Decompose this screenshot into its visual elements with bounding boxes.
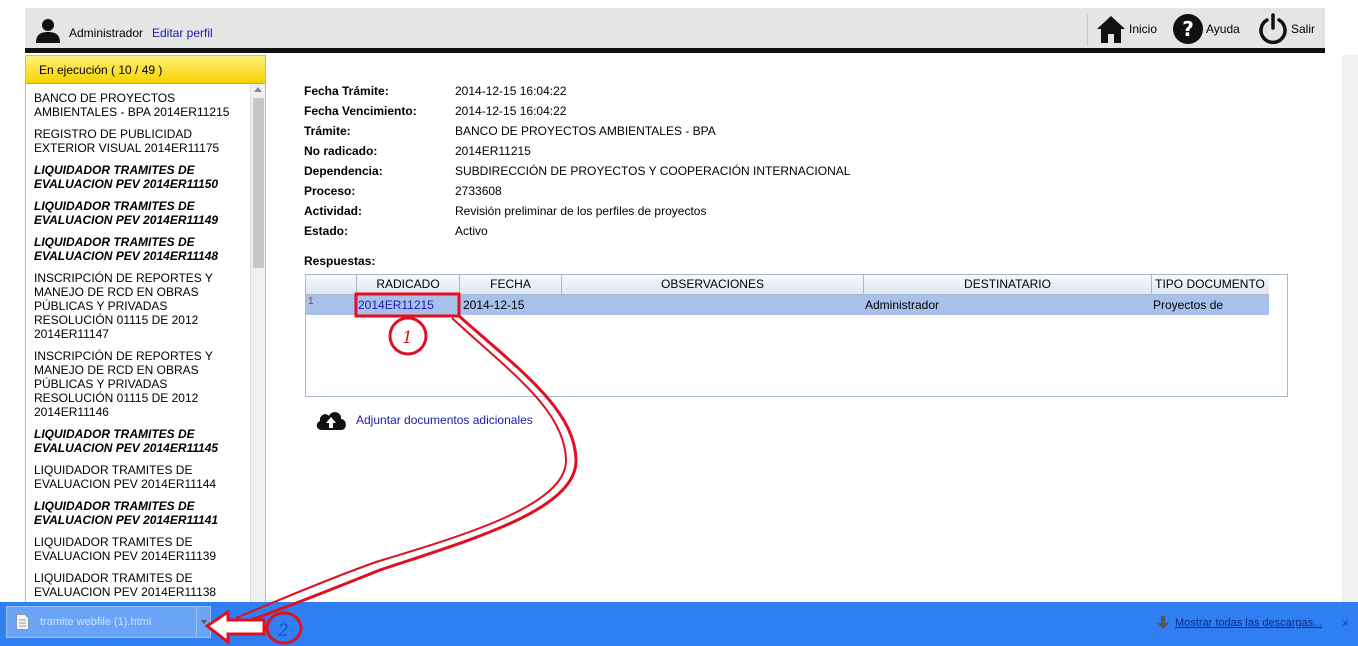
detail-label: Proceso: (304, 184, 356, 198)
column-header-radicado[interactable]: RADICADO (357, 275, 460, 294)
row-number-header (306, 275, 357, 294)
home-icon (1097, 16, 1125, 43)
logout-button[interactable]: Salir (1257, 12, 1315, 46)
sidebar-scrollbar[interactable] (250, 84, 265, 603)
download-file-name: tramite webfile (1).html (40, 616, 152, 628)
download-menu-button[interactable] (196, 607, 211, 637)
grid-header: RADICADO FECHA OBSERVACIONES DESTINATARI… (306, 275, 1269, 295)
detail-label: Trámite: (304, 124, 351, 138)
sidebar-item[interactable]: LIQUIDADOR TRAMITES DE EVALUACION PEV 20… (26, 159, 250, 195)
detail-value: SUBDIRECCIÓN DE PROYECTOS Y COOPERACIÓN … (455, 164, 851, 178)
sidebar-item[interactable]: REGISTRO DE PUBLICIDAD EXTERIOR VISUAL 2… (26, 123, 250, 159)
logout-label: Salir (1291, 22, 1316, 36)
help-button[interactable]: ? Ayuda (1172, 12, 1240, 46)
power-icon (1259, 13, 1287, 45)
scroll-up-arrow-icon[interactable] (254, 87, 262, 92)
detail-label: No radicado: (304, 144, 378, 158)
detail-label: Fecha Trámite: (304, 84, 389, 98)
sidebar-item[interactable]: LIQUIDADOR TRAMITES DE EVALUACION PEV 20… (26, 423, 250, 459)
detail-value: 2014-12-15 16:04:22 (455, 84, 567, 98)
help-icon: ? (1173, 14, 1203, 44)
detail-value: Activo (455, 224, 488, 238)
download-item[interactable]: tramite webfile (1).html (6, 606, 211, 638)
download-bar: tramite webfile (1).html Mostrar todas l… (0, 602, 1358, 646)
sidebar-header-label: En ejecución ( 10 / 49 ) (39, 63, 163, 77)
sidebar-scroll-thumb[interactable] (253, 98, 264, 268)
edit-profile-link[interactable]: Editar perfil (152, 26, 213, 40)
row-number: 1 (308, 296, 314, 307)
chevron-down-icon (201, 620, 207, 624)
home-label: Inicio (1129, 22, 1158, 36)
attach-label: Adjuntar documentos adicionales (356, 413, 533, 427)
close-icon[interactable]: × (1342, 616, 1349, 630)
tipo-documento-cell: Proyectos de (1153, 298, 1224, 312)
sidebar-item[interactable]: INSCRIPCIÓN DE REPORTES Y MANEJO DE RCD … (26, 267, 250, 345)
attach-documents-link[interactable]: Adjuntar documentos adicionales (314, 408, 533, 432)
nav-separator (1087, 14, 1088, 46)
home-button[interactable]: Inicio (1095, 12, 1157, 46)
column-header-tipo-documento[interactable]: TIPO DOCUMENTO (1152, 275, 1268, 294)
responses-label: Respuestas: (304, 254, 376, 268)
column-header-fecha[interactable]: FECHA (460, 275, 562, 294)
top-bar: Administrador Editar perfil Inicio ? Ayu… (25, 8, 1325, 53)
sidebar-list: BANCO DE PROYECTOS AMBIENTALES - BPA 201… (26, 87, 250, 603)
sidebar-item[interactable]: LIQUIDADOR TRAMITES DE EVALUACION PEV 20… (26, 195, 250, 231)
sidebar-item[interactable]: LIQUIDADOR TRAMITES DE EVALUACION PEV 20… (26, 459, 250, 495)
detail-value: 2014ER11215 (455, 144, 531, 158)
detail-value: BANCO DE PROYECTOS AMBIENTALES - BPA (455, 124, 716, 138)
table-row[interactable]: 1 2014ER11215 2014-12-15 Administrador P… (306, 295, 1269, 315)
detail-value: 2733608 (455, 184, 502, 198)
sidebar-item[interactable]: LIQUIDADOR TRAMITES DE EVALUACION PEV 20… (26, 567, 250, 603)
page-scrollbar[interactable] (1342, 55, 1358, 602)
detail-label: Dependencia: (304, 164, 383, 178)
show-all-downloads-link[interactable]: Mostrar todas las descargas... (1175, 617, 1322, 629)
column-header-observaciones[interactable]: OBSERVACIONES (562, 275, 864, 294)
sidebar-header[interactable]: En ejecución ( 10 / 49 ) (26, 56, 265, 84)
column-header-destinatario[interactable]: DESTINATARIO (864, 275, 1152, 294)
cloud-upload-icon (316, 412, 346, 430)
detail-value: 2014-12-15 16:04:22 (455, 104, 567, 118)
responses-grid: RADICADO FECHA OBSERVACIONES DESTINATARI… (305, 274, 1288, 397)
user-icon (36, 19, 60, 43)
detail-value: Revisión preliminar de los perfiles de p… (455, 204, 707, 218)
destinatario-cell: Administrador (865, 298, 940, 312)
svg-text:?: ? (1182, 17, 1194, 41)
sidebar-item[interactable]: LIQUIDADOR TRAMITES DE EVALUACION PEV 20… (26, 531, 250, 567)
detail-label: Estado: (304, 224, 349, 238)
user-name: Administrador (69, 26, 144, 40)
download-arrow-icon (1157, 616, 1169, 629)
sidebar-item[interactable]: INSCRIPCIÓN DE REPORTES Y MANEJO DE RCD … (26, 345, 250, 423)
task-sidebar: En ejecución ( 10 / 49 ) BANCO DE PROYEC… (25, 55, 266, 604)
detail-label: Actividad: (304, 204, 363, 218)
sidebar-item[interactable]: LIQUIDADOR TRAMITES DE EVALUACION PEV 20… (26, 495, 250, 531)
fecha-cell: 2014-12-15 (463, 298, 525, 312)
file-icon (16, 614, 29, 630)
detail-label: Fecha Vencimiento: (304, 104, 417, 118)
sidebar-item[interactable]: BANCO DE PROYECTOS AMBIENTALES - BPA 201… (26, 87, 250, 123)
radicado-link[interactable]: 2014ER11215 (358, 295, 434, 315)
help-label: Ayuda (1206, 22, 1240, 36)
sidebar-item[interactable]: LIQUIDADOR TRAMITES DE EVALUACION PEV 20… (26, 231, 250, 267)
